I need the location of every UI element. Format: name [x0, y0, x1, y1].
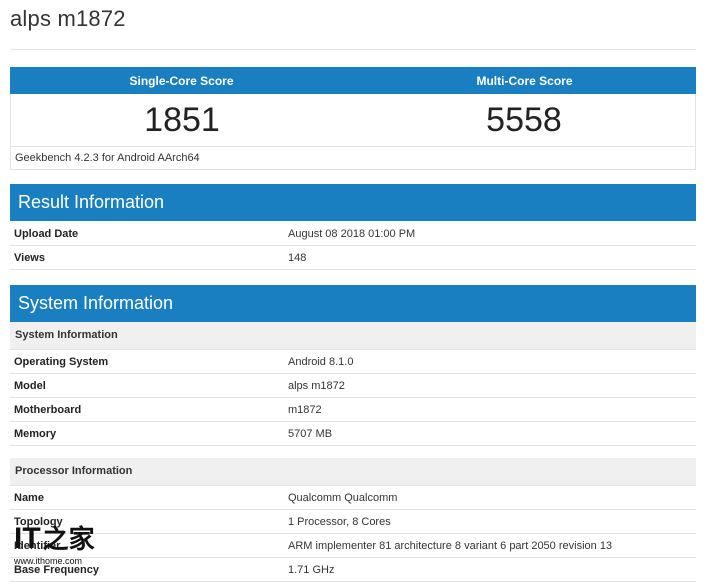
table-row: Operating System Android 8.1.0: [10, 350, 696, 374]
row-value: ARM implementer 81 architecture 8 varian…: [288, 539, 613, 552]
row-label: Upload Date: [14, 227, 79, 240]
row-value: Android 8.1.0: [288, 355, 354, 368]
table-row: Identifier ARM implementer 81 architectu…: [10, 534, 696, 558]
table-row: Name Qualcomm Qualcomm: [10, 486, 696, 510]
table-row: Base Frequency 1.71 GHz: [10, 558, 696, 582]
row-value: 5707 MB: [288, 427, 333, 440]
table-row: Views 148: [10, 246, 696, 270]
row-label: Motherboard: [14, 403, 82, 416]
single-core-label: Single-Core Score: [129, 73, 234, 88]
row-value: 1.71 GHz: [288, 563, 335, 576]
page-title: alps m1872: [10, 6, 126, 31]
result-information-table: Upload Date August 08 2018 01:00 PM View…: [10, 222, 696, 270]
multi-core-label: Multi-Core Score: [476, 73, 573, 88]
table-row: Topology 1 Processor, 8 Cores: [10, 510, 696, 534]
table-row: Motherboard m1872: [10, 398, 696, 422]
table-row: Model alps m1872: [10, 374, 696, 398]
table-row: Upload Date August 08 2018 01:00 PM: [10, 222, 696, 246]
score-header: Single-Core Score Multi-Core Score: [10, 67, 696, 94]
benchmark-version: Geekbench 4.2.3 for Android AArch64: [10, 146, 696, 170]
row-value: Qualcomm Qualcomm: [288, 491, 398, 504]
multi-core-score: 5558: [486, 100, 562, 139]
row-value: m1872: [288, 403, 322, 416]
row-label: Views: [14, 251, 45, 264]
row-label: Memory: [14, 427, 57, 440]
processor-subheader: Processor Information: [10, 458, 696, 486]
ithome-watermark: IT 之家 www.ithome.com: [14, 514, 106, 574]
system-information-table: System Information Operating System Andr…: [10, 322, 696, 582]
watermark-url: www.ithome.com: [14, 556, 83, 566]
row-value: alps m1872: [288, 379, 345, 392]
row-label: Name: [14, 491, 44, 504]
watermark-logo-cn: 之家: [42, 524, 95, 554]
row-label: Operating System: [14, 355, 109, 368]
row-value: August 08 2018 01:00 PM: [288, 227, 416, 240]
row-value: 1 Processor, 8 Cores: [288, 515, 391, 528]
table-row: Memory 5707 MB: [10, 422, 696, 446]
row-value: 148: [288, 251, 307, 264]
single-core-score: 1851: [144, 100, 220, 139]
score-values: 1851 5558: [10, 94, 696, 146]
row-label: Model: [14, 379, 46, 392]
system-information-header: System Information: [10, 285, 696, 322]
watermark-logo-text: IT: [14, 522, 41, 555]
ithome-logo: IT 之家: [14, 514, 106, 555]
title-divider: [10, 49, 696, 50]
score-panel: Single-Core Score Multi-Core Score 1851 …: [10, 67, 696, 170]
result-information-header: Result Information: [10, 184, 696, 221]
system-subheader: System Information: [10, 322, 696, 350]
